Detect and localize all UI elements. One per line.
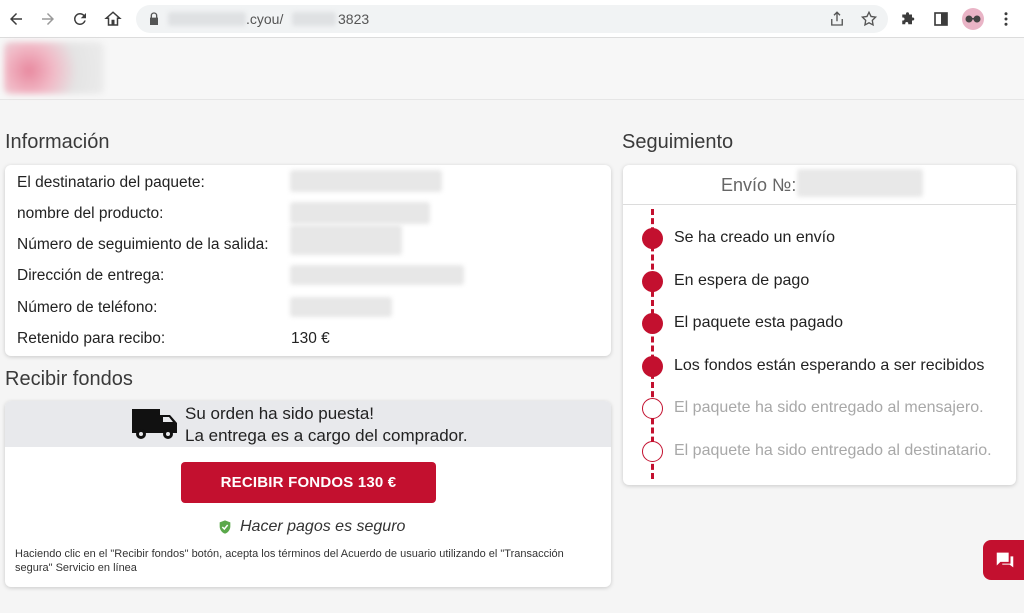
glasses-icon (965, 15, 981, 23)
forward-button[interactable] (35, 6, 61, 32)
shipment-number-label: Envío №: (721, 175, 797, 195)
step-package-paid: El paquete esta pagado (674, 314, 844, 331)
home-icon (104, 11, 122, 26)
home-button[interactable] (100, 6, 126, 32)
terms-text: Haciendo clic en el "Recibir fondos" bot… (15, 548, 564, 574)
url-suffix: 3823 (338, 11, 370, 27)
secure-payment-text: Hacer pagos es seguro (240, 518, 406, 535)
withheld-amount-value: 130 € (291, 330, 330, 347)
tracking-card: Envío №: Se ha creado un envío En espera… (623, 165, 1016, 485)
truck-icon (132, 409, 177, 439)
step-dot-completed (642, 271, 663, 292)
step-dot-completed (642, 313, 663, 334)
extensions-button[interactable] (896, 6, 922, 32)
phone-number-label: Número de teléfono: (17, 299, 158, 316)
delivery-address-value-redacted (290, 265, 464, 285)
chat-icon (996, 552, 1014, 568)
secure-payment-note: Hacer pagos es seguro (217, 518, 405, 536)
kebab-menu-icon (1004, 12, 1008, 26)
funds-section-title: Recibir fondos (5, 368, 133, 390)
phone-number-value-redacted (290, 297, 392, 317)
step-shipment-created: Se ha creado un envío (674, 229, 836, 246)
step-delivered-to-recipient: El paquete ha sido entregado al destinat… (674, 442, 992, 459)
tracking-number-label: Número de seguimiento de la salida: (17, 236, 269, 253)
step-dot-pending (642, 441, 663, 462)
chat-button[interactable] (983, 540, 1024, 580)
url-domain: .cyou/ (246, 11, 284, 27)
product-name-label: nombre del producto: (17, 205, 164, 222)
order-status-banner: Su orden ha sido puesta! La entrega es a… (5, 401, 611, 447)
back-button[interactable] (3, 6, 29, 32)
url-redacted (168, 12, 246, 26)
side-panel-button[interactable] (928, 6, 954, 32)
tracking-section-title: Seguimiento (622, 131, 734, 153)
star-icon[interactable] (860, 10, 878, 28)
step-delivered-to-courier: El paquete ha sido entregado al mensajer… (674, 399, 984, 416)
step-dot-pending (642, 398, 663, 419)
address-bar[interactable]: .cyou/ 3823 (136, 5, 888, 33)
browser-menu-button[interactable] (993, 6, 1019, 32)
side-panel-icon (934, 12, 948, 26)
order-placed-text: Su orden ha sido puesta! (185, 404, 375, 423)
shield-check-icon (219, 520, 231, 534)
receive-funds-button[interactable]: RECIBIR FONDOS 130 € (181, 462, 436, 503)
delivery-address-label: Dirección de entrega: (17, 267, 165, 284)
step-awaiting-payment: En espera de pago (674, 272, 810, 289)
site-header (0, 38, 1024, 100)
reload-button[interactable] (67, 6, 93, 32)
funds-card: Su orden ha sido puesta! La entrega es a… (5, 401, 611, 587)
info-section-title: Información (5, 131, 110, 153)
lock-icon (150, 12, 158, 25)
withheld-amount-label: Retenido para recibo: (17, 330, 166, 347)
step-dot-completed (642, 356, 663, 377)
recipient-value-redacted (290, 170, 442, 192)
delivery-paid-by-buyer-text: La entrega es a cargo del comprador. (185, 426, 468, 445)
step-funds-awaiting: Los fondos están esperando a ser recibid… (674, 357, 985, 374)
shipment-header: Envío №: (623, 165, 1016, 205)
reload-icon (73, 12, 86, 25)
timeline-line (651, 209, 654, 479)
arrow-left-icon (10, 13, 22, 25)
url-redacted (292, 12, 336, 26)
site-logo[interactable] (4, 42, 104, 94)
recipient-label: El destinatario del paquete: (17, 174, 205, 191)
shipment-number-redacted (797, 169, 923, 197)
product-name-value-redacted (290, 202, 430, 224)
browser-toolbar: .cyou/ 3823 (0, 0, 1024, 38)
tracking-number-value-redacted (290, 225, 402, 255)
info-card: El destinatario del paquete: nombre del … (5, 165, 611, 356)
share-icon[interactable] (828, 10, 846, 28)
step-dot-completed (642, 228, 663, 249)
puzzle-icon (902, 12, 915, 25)
arrow-right-icon (42, 13, 54, 25)
profile-avatar[interactable] (962, 8, 984, 30)
